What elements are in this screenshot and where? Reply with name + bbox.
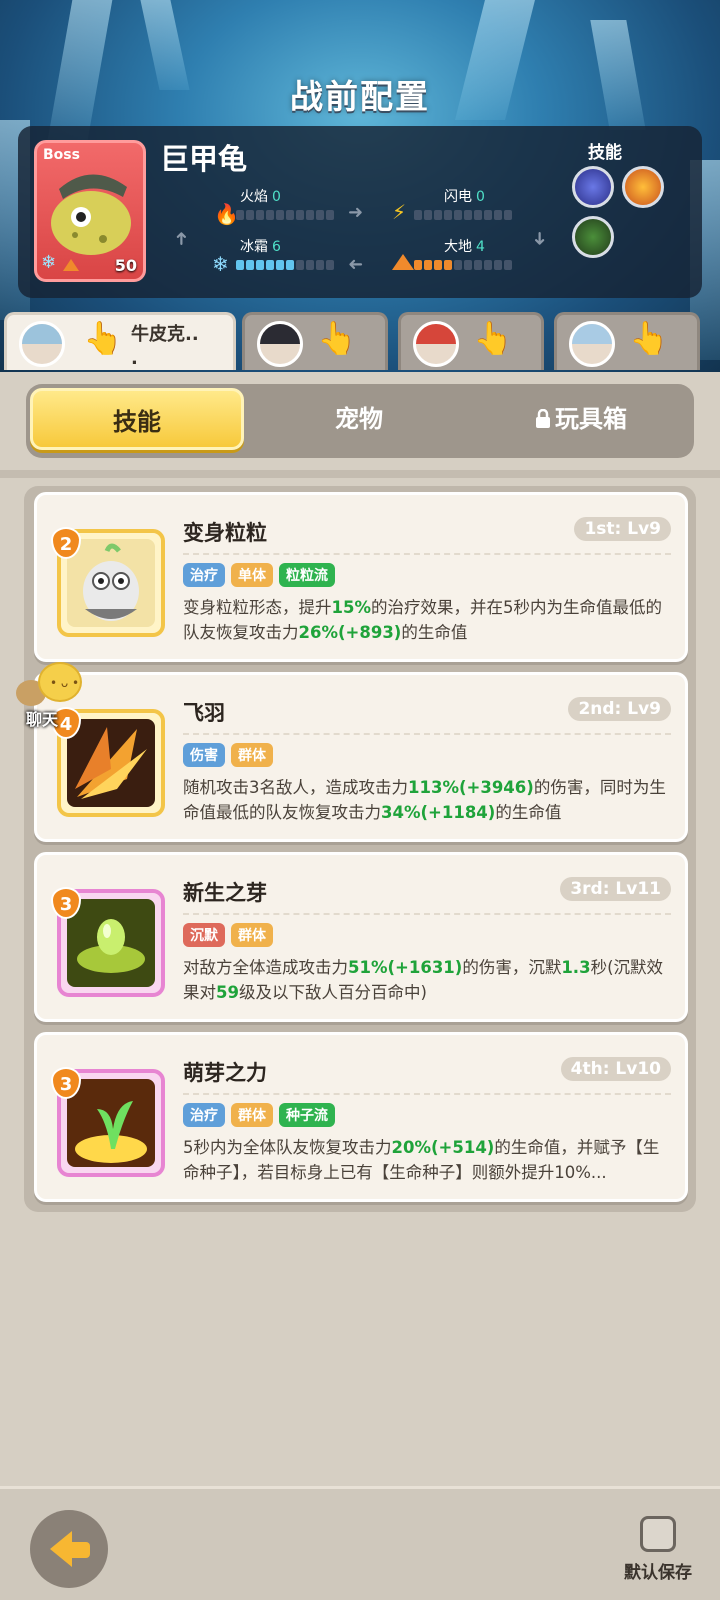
pointer-hand-icon: 👆 — [83, 319, 123, 357]
skill-tags: 治疗 群体 种子流 — [183, 1103, 335, 1127]
back-button[interactable] — [30, 1510, 108, 1588]
skill-tag: 治疗 — [183, 1103, 225, 1127]
cycle-arrow-icon: ➜ — [348, 254, 364, 275]
skill-title: 飞羽 — [183, 701, 225, 725]
skill-tag: 治疗 — [183, 563, 225, 587]
hero-tab-3[interactable]: 👆 — [398, 312, 544, 370]
sprout-icon — [67, 899, 155, 987]
tab-skills[interactable]: 技能 — [30, 388, 244, 450]
skill-tag: 群体 — [231, 1103, 273, 1127]
skill-tag: 沉默 — [183, 923, 225, 947]
skill-card-4[interactable]: 3 萌芽之力 4th: Lv10 治疗 群体 种子流 5秒内为全体队友恢复攻击力… — [34, 1032, 688, 1202]
boss-skill-icon[interactable] — [622, 166, 664, 208]
mountain-icon — [392, 254, 414, 270]
tab-toybox-label: 玩具箱 — [555, 405, 627, 433]
back-arrow-icon — [68, 1542, 90, 1558]
ice-bar — [236, 260, 334, 270]
cycle-arrow-icon: ➜ — [348, 202, 364, 223]
boss-skills-label: 技能 — [588, 143, 622, 163]
dashed-divider — [183, 1093, 671, 1095]
snowflake-icon: ❄ — [212, 252, 229, 276]
element-earth: 大地 4 — [444, 239, 485, 255]
hero-avatar — [413, 321, 459, 367]
lightning-icon: ⚡ — [392, 200, 407, 224]
default-save-label: 默认保存 — [624, 1563, 692, 1583]
boss-skill-icon[interactable] — [572, 216, 614, 258]
divider — [0, 470, 720, 478]
skill-card-1[interactable]: 2 变身粒粒 1st: Lv9 治疗 单体 粒粒流 变身粒粒形态，提升15%的治… — [34, 492, 688, 662]
skill-title: 萌芽之力 — [183, 1061, 267, 1085]
dashed-divider — [183, 913, 671, 915]
bottom-bar — [0, 1486, 720, 1600]
skill-tag: 伤害 — [183, 743, 225, 767]
skill-title: 变身粒粒 — [183, 521, 267, 545]
hero-tab-1[interactable]: 👆 牛皮克.. . — [4, 312, 236, 370]
cycle-arrow-icon: ➜ — [171, 230, 193, 247]
hero-avatar — [257, 321, 303, 367]
skill-description: 5秒内为全体队友恢复攻击力20%(+514)的生命值，并赋予【生命种子】，若目标… — [183, 1138, 660, 1182]
thunder-bar — [414, 210, 512, 220]
owl-icon — [67, 539, 155, 627]
boss-skill-icon[interactable] — [572, 166, 614, 208]
skill-tag: 种子流 — [279, 1103, 335, 1127]
boss-level: 50 — [114, 256, 137, 275]
skill-tag: 单体 — [231, 563, 273, 587]
element-ice: 冰霜 6 — [240, 239, 281, 255]
skill-description: 对敌方全体造成攻击力51%(+1631)的伤害，沉默1.3秒(沉默效果对59级及… — [183, 958, 663, 1002]
skill-level: 3rd: Lv11 — [560, 877, 671, 901]
skill-level: 1st: Lv9 — [574, 517, 671, 541]
lock-icon — [535, 390, 551, 428]
snowflake-icon: ❄ — [41, 252, 57, 273]
skill-tag: 粒粒流 — [279, 563, 335, 587]
default-save-checkbox[interactable] — [640, 1516, 676, 1552]
dashed-divider — [183, 553, 671, 555]
hero-tab-4[interactable]: 👆 — [554, 312, 700, 370]
element-thunder: 闪电 0 — [444, 189, 485, 205]
skill-description: 变身粒粒形态，提升15%的治疗效果，并在5秒内为生命值最低的队友恢复攻击力26%… — [183, 598, 662, 642]
tab-pets[interactable]: 宠物 — [254, 388, 464, 450]
hero-avatar — [19, 321, 65, 367]
section-tabs: 技能 宠物 玩具箱 — [26, 384, 694, 458]
element-fire: 火焰 0 — [240, 189, 281, 205]
boss-name: 巨甲龟 — [160, 142, 248, 176]
tab-toybox[interactable]: 玩具箱 — [474, 388, 688, 450]
dashed-divider — [183, 733, 671, 735]
hero-name: 牛皮克.. . — [131, 324, 199, 369]
chat-label: 聊天 — [26, 710, 59, 729]
boss-portrait[interactable]: Boss ❄ 50 — [34, 140, 146, 282]
skill-card-3[interactable]: 3 新生之芽 3rd: Lv11 沉默 群体 对敌方全体造成攻击力51%(+16… — [34, 852, 688, 1022]
pointer-hand-icon: 👆 — [473, 319, 513, 357]
skill-tags: 沉默 群体 — [183, 923, 273, 947]
skill-level: 2nd: Lv9 — [568, 697, 671, 721]
skill-level: 4th: Lv10 — [560, 1057, 671, 1081]
skill-tag: 群体 — [231, 743, 273, 767]
pointer-hand-icon: 👆 — [317, 319, 357, 357]
earth-bar — [414, 260, 512, 270]
skill-tags: 治疗 单体 粒粒流 — [183, 563, 335, 587]
cycle-arrow-icon: ➜ — [529, 230, 551, 247]
hero-avatar — [569, 321, 615, 367]
pointer-hand-icon: 👆 — [629, 319, 669, 357]
smile-icon: • ᴗ • — [50, 676, 80, 690]
skill-tags: 伤害 群体 — [183, 743, 273, 767]
fire-bar — [236, 210, 334, 220]
skill-card-2[interactable]: 4 飞羽 2nd: Lv9 伤害 群体 随机攻击3名敌人，造成攻击力113%(+… — [34, 672, 688, 842]
skill-tag: 群体 — [231, 923, 273, 947]
skill-description: 随机攻击3名敌人，造成攻击力113%(+3946)的伤害，同时为生命值最低的队友… — [183, 778, 666, 822]
skill-title: 新生之芽 — [183, 881, 267, 905]
feather-icon — [67, 719, 155, 807]
page-title: 战前配置 — [290, 77, 430, 116]
boss-panel: Boss ❄ 50 巨甲龟 火焰 0 🔥 闪电 0 ⚡ 冰霜 6 ❄ 大地 4 ➜ ➜ … — [18, 126, 702, 298]
hero-tab-2[interactable]: 👆 — [242, 312, 388, 370]
mountain-icon — [63, 259, 79, 271]
seedling-power-icon — [67, 1079, 155, 1167]
